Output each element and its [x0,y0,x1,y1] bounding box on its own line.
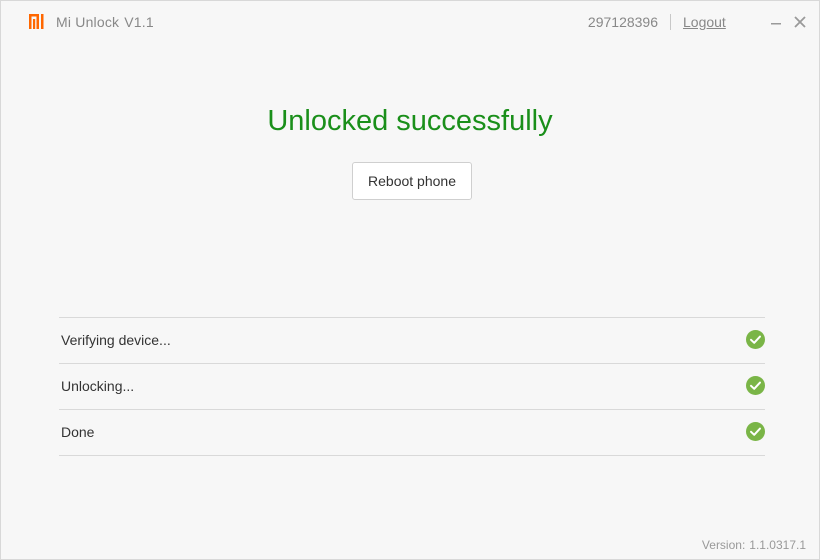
step-label: Verifying device... [61,332,171,348]
app-name-text: Mi Unlock [56,14,120,30]
step-row: Unlocking... [59,363,765,409]
title-bar[interactable]: Mi Unlock V1.1 297128396 Logout [1,1,819,43]
version-label: Version: [701,538,746,552]
close-button[interactable] [792,13,808,31]
check-circle-icon [746,422,765,441]
app-window: Mi Unlock V1.1 297128396 Logout Unlocked … [0,0,820,560]
app-version-badge: V1.1 [124,14,154,30]
minimize-button[interactable] [768,13,784,31]
success-heading: Unlocked successfully [267,105,553,137]
mi-logo-icon [29,14,44,29]
reboot-phone-button[interactable]: Reboot phone [352,162,472,200]
check-circle-icon [746,376,765,395]
user-id: 297128396 [587,14,658,30]
version-footer: Version: 1.1.0317.1 [702,538,806,552]
step-row: Verifying device... [59,317,765,363]
version-value: 1.1.0317.1 [749,538,806,552]
step-label: Done [61,424,95,440]
step-row: Done [59,409,765,456]
app-title: Mi Unlock V1.1 [56,14,154,30]
progress-steps: Verifying device... Unlocking... Done [59,317,765,456]
check-circle-icon [746,330,765,349]
step-label: Unlocking... [61,378,135,394]
titlebar-divider [670,14,671,30]
logout-link[interactable]: Logout [683,14,726,30]
minimize-icon [771,23,781,25]
close-icon [794,16,806,28]
